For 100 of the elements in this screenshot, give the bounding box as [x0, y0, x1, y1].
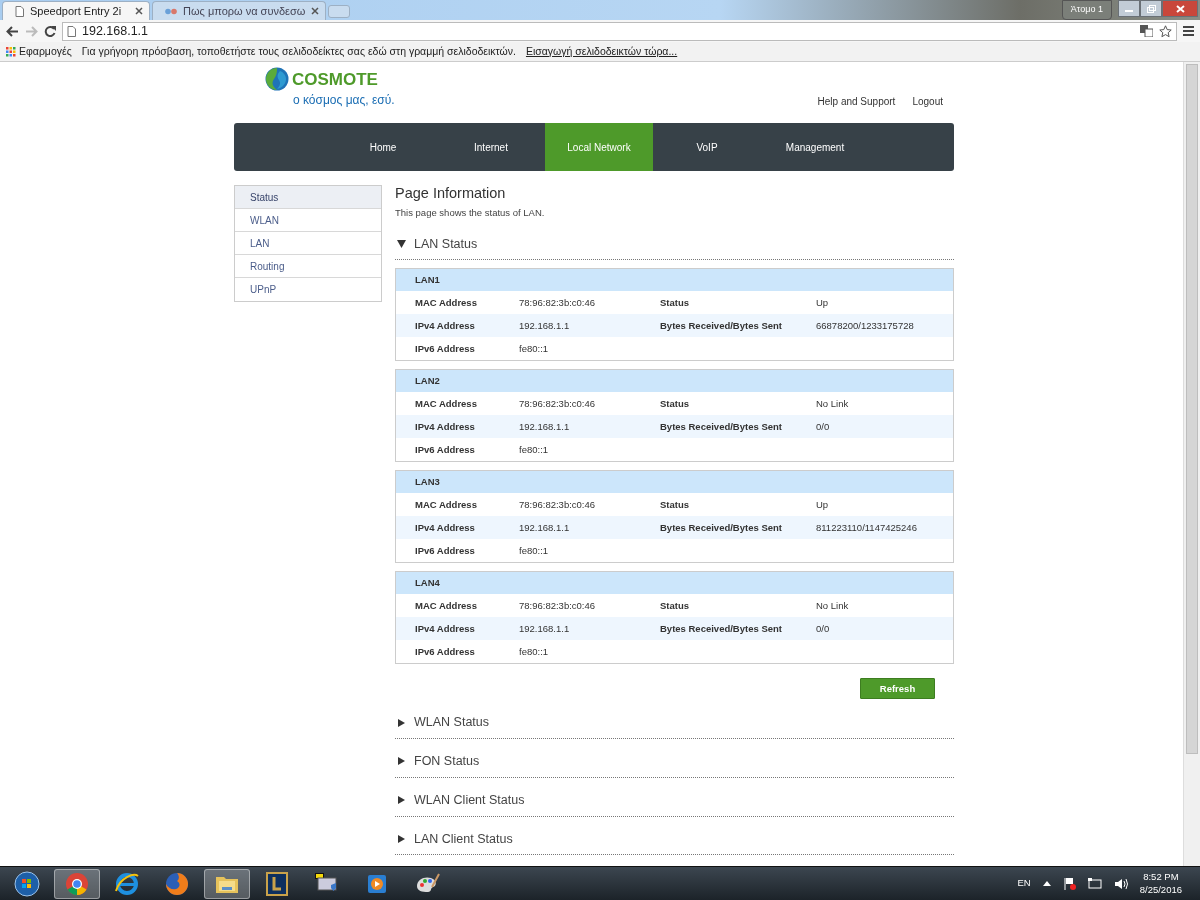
- port-header: LAN3: [396, 471, 953, 494]
- header-link[interactable]: Help and Support: [817, 94, 896, 109]
- star-icon[interactable]: [1159, 24, 1172, 38]
- import-bookmarks-link[interactable]: Εισαγωγή σελιδοδεικτών τώρα...: [525, 43, 678, 60]
- field-value: 66878200/1233175728: [816, 318, 915, 333]
- section-title[interactable]: LAN Status: [414, 234, 478, 254]
- field-label: Bytes Received/Bytes Sent: [660, 419, 783, 434]
- section-title[interactable]: FON Status: [414, 752, 480, 771]
- scrollbar[interactable]: [1183, 62, 1200, 866]
- field-label: Bytes Received/Bytes Sent: [660, 621, 783, 636]
- section-title[interactable]: WLAN Client Status: [414, 790, 525, 810]
- field-label: IPv4 Address: [414, 419, 476, 434]
- start-button: [14, 870, 40, 897]
- sidebar-item[interactable]: UPnP: [235, 278, 381, 301]
- network-icon[interactable]: [1087, 877, 1102, 890]
- field-value: 811223110/1147425246: [816, 520, 918, 535]
- section-title[interactable]: WLAN Status: [414, 713, 490, 733]
- close-button[interactable]: [1162, 0, 1198, 17]
- field-label: MAC Address: [414, 497, 478, 512]
- field-label: MAC Address: [414, 598, 478, 613]
- clock-date[interactable]: 8/25/2016: [1139, 883, 1182, 897]
- chrome-icon: [64, 870, 90, 897]
- page-icon: [67, 25, 76, 37]
- close-icon: [1175, 4, 1185, 13]
- field-label: Status: [660, 497, 691, 512]
- reload-icon[interactable]: [44, 25, 56, 37]
- nav-tab[interactable]: Management: [761, 123, 869, 171]
- taskbar-button[interactable]: [204, 868, 250, 899]
- collapsed-arrow-icon[interactable]: [397, 832, 407, 846]
- nav-tab[interactable]: Home: [329, 123, 437, 171]
- field-value: 0/0: [816, 621, 831, 636]
- field-value: 78:96:82:3b:c0:46: [519, 497, 597, 512]
- port-header: LAN1: [396, 269, 953, 292]
- field-value: 192.168.1.1: [519, 520, 571, 535]
- field-label: IPv6 Address: [414, 442, 476, 457]
- language-indicator[interactable]: EN: [1017, 876, 1031, 891]
- field-value: 192.168.1.1: [519, 419, 571, 434]
- apps-grid-icon: [6, 46, 16, 57]
- close-icon[interactable]: [311, 7, 320, 15]
- field-label: MAC Address: [414, 396, 478, 411]
- port-header: LAN2: [396, 370, 953, 393]
- scroll-thumb[interactable]: [1186, 64, 1198, 754]
- page-icon: [15, 5, 24, 17]
- field-label: IPv4 Address: [414, 318, 476, 333]
- field-value: Up: [816, 497, 830, 512]
- profile-button[interactable]: Άτομο 1: [1061, 0, 1112, 20]
- section-title[interactable]: LAN Client Status: [414, 829, 513, 849]
- browser-e-icon: [114, 870, 140, 897]
- maximize-button[interactable]: [1140, 0, 1162, 17]
- field-value: 192.168.1.1: [519, 621, 571, 636]
- field-value: 78:96:82:3b:c0:46: [519, 396, 597, 411]
- field-label: Status: [660, 598, 691, 613]
- minimize-button[interactable]: [1118, 0, 1140, 17]
- header-link[interactable]: Logout: [912, 94, 943, 109]
- action-center-flag-icon[interactable]: [1062, 877, 1076, 890]
- nav-tab[interactable]: Internet: [437, 123, 545, 171]
- field-label: Bytes Received/Bytes Sent: [660, 318, 783, 333]
- field-value: fe80::1: [519, 341, 550, 356]
- restore-icon: [1146, 4, 1156, 13]
- taskbar-button[interactable]: [54, 868, 100, 899]
- sidebar-item[interactable]: LAN: [235, 232, 381, 255]
- field-value: No Link: [816, 396, 850, 411]
- browser-tab[interactable]: Πως μπορω να συνδεσω: [152, 1, 327, 20]
- bookmarks-hint: Για γρήγορη πρόσβαση, τοποθετήστε τους σελιδοδείκτες σας εδώ στη γραμμή σελιδοδεικτών.: [81, 43, 516, 59]
- refresh-button[interactable]: Refresh: [860, 678, 935, 700]
- nav-tab[interactable]: Local Network: [545, 123, 653, 171]
- page-title: Page Information: [395, 185, 507, 203]
- page-description: This page shows the status of LAN.: [395, 206, 546, 221]
- collapsed-arrow-icon[interactable]: [397, 716, 407, 730]
- logo-icon: [265, 67, 289, 91]
- field-label: Bytes Received/Bytes Sent: [660, 520, 783, 535]
- field-value: fe80::1: [519, 644, 550, 659]
- field-value: fe80::1: [519, 442, 550, 457]
- field-label: IPv6 Address: [414, 341, 476, 356]
- field-value: 0/0: [816, 419, 831, 434]
- menu-icon[interactable]: [1183, 26, 1194, 36]
- speaker-icon[interactable]: [1113, 877, 1128, 890]
- slogan: ο κόσμος μας, εσύ.: [293, 92, 395, 109]
- apps-shortcut[interactable]: Εφαρμογές: [6, 43, 72, 60]
- field-label: IPv4 Address: [414, 520, 476, 535]
- sidebar-item[interactable]: Status: [235, 186, 381, 209]
- field-value: Up: [816, 295, 830, 310]
- field-label: Status: [660, 396, 691, 411]
- firefox-icon: [164, 870, 190, 897]
- close-icon[interactable]: [135, 7, 143, 15]
- show-hidden-icons-icon[interactable]: [1042, 881, 1051, 886]
- collapsed-arrow-icon[interactable]: [397, 793, 407, 807]
- field-label: MAC Address: [414, 295, 478, 310]
- back-icon[interactable]: [6, 25, 19, 37]
- brand-name: COSMOTE: [292, 70, 378, 88]
- expanded-arrow-icon[interactable]: [397, 237, 407, 251]
- sidebar-item[interactable]: WLAN: [235, 209, 381, 232]
- browser-tab[interactable]: Speedport Entry 2i: [2, 1, 150, 20]
- port-header: LAN4: [396, 572, 953, 595]
- field-label: IPv6 Address: [414, 644, 476, 659]
- translate-icon[interactable]: [1140, 25, 1153, 37]
- sidebar-item[interactable]: Routing: [235, 255, 381, 278]
- clock-time[interactable]: 8:52 PM: [1139, 870, 1182, 884]
- field-value: 78:96:82:3b:c0:46: [519, 598, 597, 613]
- nav-tab[interactable]: VoIP: [653, 123, 761, 171]
